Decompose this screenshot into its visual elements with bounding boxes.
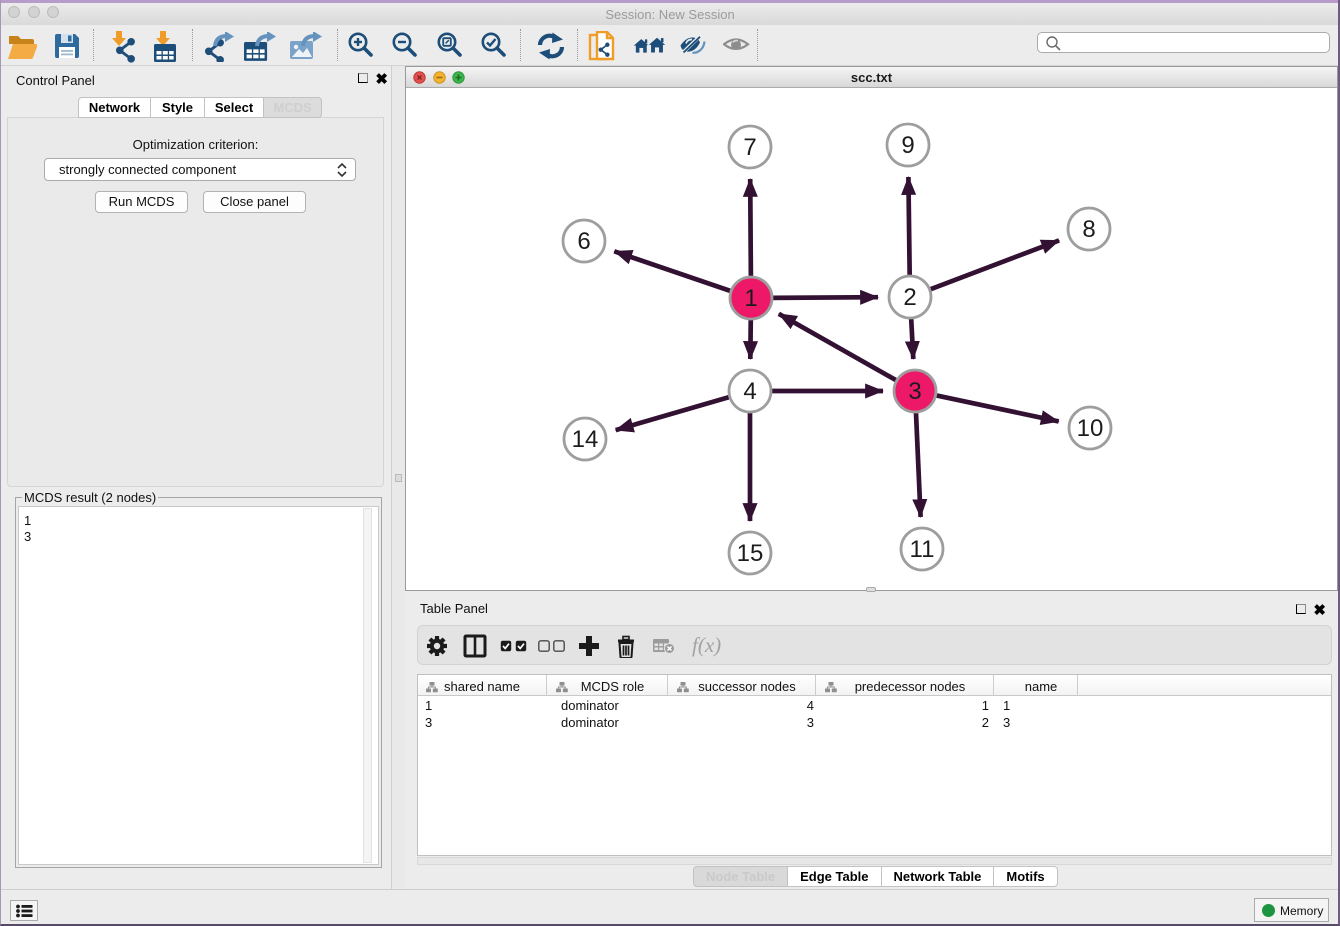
svg-text:4: 4 [743, 378, 756, 405]
svg-text:6: 6 [577, 228, 590, 255]
svg-text:15: 15 [737, 540, 764, 567]
svg-text:7: 7 [743, 134, 756, 161]
svg-text:9: 9 [901, 132, 914, 159]
svg-text:14: 14 [572, 426, 599, 453]
svg-text:2: 2 [903, 284, 916, 311]
svg-text:10: 10 [1077, 415, 1104, 442]
svg-text:11: 11 [910, 536, 935, 563]
svg-text:3: 3 [908, 378, 921, 405]
svg-text:8: 8 [1082, 216, 1095, 243]
svg-text:1: 1 [744, 285, 757, 312]
